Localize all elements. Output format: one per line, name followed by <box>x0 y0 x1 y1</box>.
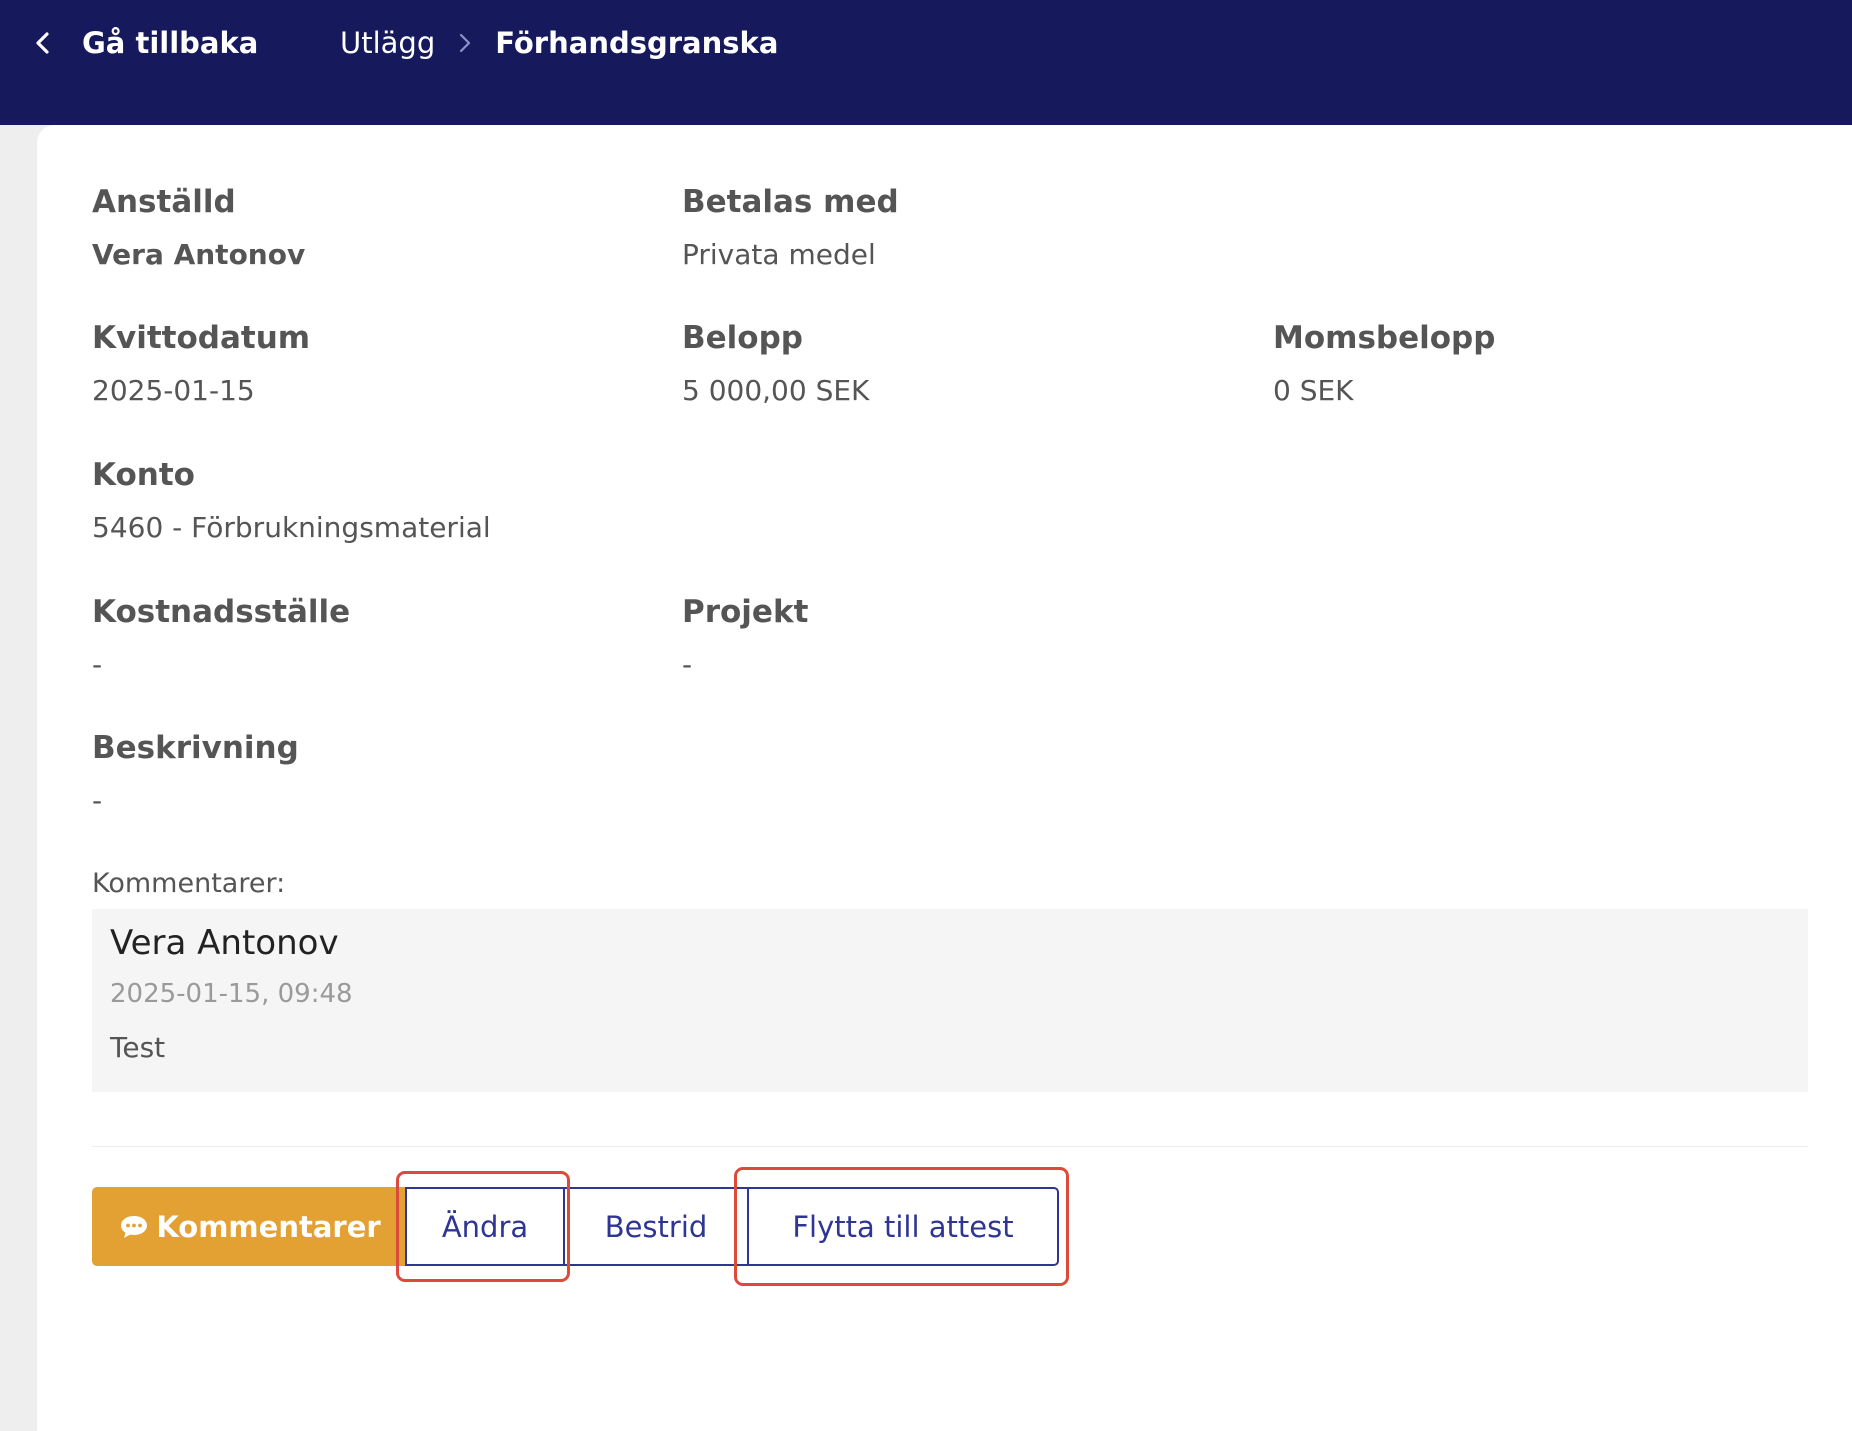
field-employee: Anställd Vera Antonov <box>92 184 305 271</box>
comment-text: Test <box>110 1031 166 1064</box>
breadcrumb-expenses-link[interactable]: Utlägg <box>340 26 435 60</box>
employee-label: Anställd <box>92 184 236 220</box>
field-vat-amount: Momsbelopp 0 SEK <box>1273 320 1495 407</box>
move-to-attest-button[interactable]: Flytta till attest <box>747 1187 1059 1266</box>
comment-timestamp: 2025-01-15, 09:48 <box>110 979 353 1009</box>
dispute-button[interactable]: Bestrid <box>563 1187 749 1266</box>
project-value: - <box>682 648 693 681</box>
divider <box>92 1146 1808 1147</box>
field-project: Projekt - <box>682 594 808 681</box>
field-receipt-date: Kvittodatum 2025-01-15 <box>92 320 310 407</box>
description-label: Beskrivning <box>92 730 299 766</box>
account-value: 5460 - Förbrukningsmaterial <box>92 511 491 544</box>
receipt-date-label: Kvittodatum <box>92 320 311 356</box>
breadcrumb-current: Förhandsgranska <box>495 26 779 60</box>
edit-button[interactable]: Ändra <box>405 1187 565 1266</box>
cost-center-value: - <box>92 648 103 681</box>
back-button[interactable]: Gå tillbaka <box>34 22 258 64</box>
expense-preview-card: Anställd Vera Antonov Betalas med Privat… <box>37 125 1852 1431</box>
comment-item: Vera Antonov 2025-01-15, 09:48 Test <box>92 909 1808 1092</box>
receipt-date-value: 2025-01-15 <box>92 374 255 407</box>
back-label: Gå tillbaka <box>82 26 259 60</box>
comments-title: Kommentarer: <box>92 868 286 899</box>
account-label: Konto <box>92 457 195 493</box>
description-value: - <box>92 784 103 817</box>
project-label: Projekt <box>682 594 809 630</box>
chevron-right-icon <box>460 33 471 53</box>
top-navigation-bar: Gå tillbaka Utlägg Förhandsgranska <box>0 0 1852 125</box>
employee-value: Vera Antonov <box>92 238 306 271</box>
comment-author: Vera Antonov <box>110 923 339 963</box>
field-description: Beskrivning - <box>92 730 299 817</box>
field-paid-with: Betalas med Privata medel <box>682 184 899 271</box>
comments-button-label: Kommentarer <box>156 1209 381 1244</box>
field-account: Konto 5460 - Förbrukningsmaterial <box>92 457 491 544</box>
field-cost-center: Kostnadsställe - <box>92 594 350 681</box>
field-amount: Belopp 5 000,00 SEK <box>682 320 869 407</box>
chevron-left-icon <box>36 32 49 54</box>
amount-value: 5 000,00 SEK <box>682 374 870 407</box>
breadcrumb: Utlägg Förhandsgranska <box>340 22 778 64</box>
vat-amount-label: Momsbelopp <box>1273 320 1496 356</box>
vat-amount-value: 0 SEK <box>1273 374 1354 407</box>
speech-bubble-icon <box>121 1215 148 1238</box>
amount-label: Belopp <box>682 320 803 356</box>
comments-button[interactable]: Kommentarer <box>92 1187 407 1266</box>
cost-center-label: Kostnadsställe <box>92 594 351 630</box>
paid-with-value: Privata medel <box>682 238 876 271</box>
paid-with-label: Betalas med <box>682 184 899 220</box>
